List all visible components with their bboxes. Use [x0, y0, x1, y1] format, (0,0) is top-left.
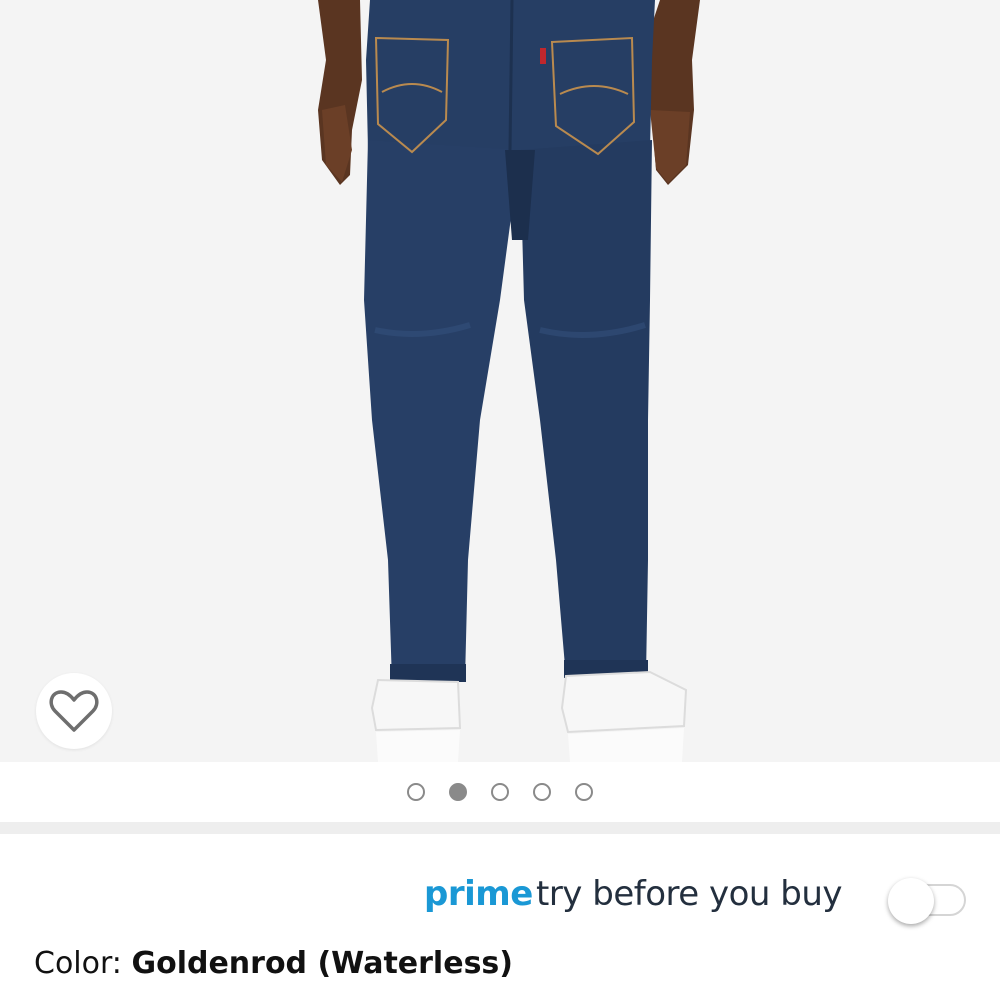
carousel-indicator [0, 762, 1000, 822]
carousel-dot-3[interactable] [491, 783, 509, 801]
try-before-you-buy-toggle[interactable] [886, 878, 968, 924]
product-page: prime try before you buy Color: Goldenro… [0, 0, 1000, 1000]
prime-tagline: try before you buy [536, 874, 843, 914]
color-selection: Color: Goldenrod (Waterless) [34, 946, 513, 981]
section-divider [0, 822, 1000, 834]
heart-outline-icon [49, 690, 99, 732]
prime-logo: prime [424, 874, 533, 914]
product-image[interactable] [0, 0, 1000, 762]
carousel-dot-4[interactable] [533, 783, 551, 801]
jeans-illustration [318, 0, 700, 762]
color-label: Color: [34, 946, 132, 981]
color-value: Goldenrod (Waterless) [131, 946, 513, 981]
carousel-dot-2[interactable] [449, 783, 467, 801]
wishlist-button[interactable] [36, 673, 112, 749]
toggle-knob [888, 878, 934, 924]
carousel-dot-1[interactable] [407, 783, 425, 801]
carousel-dot-5[interactable] [575, 783, 593, 801]
prime-try-before-you-buy: prime try before you buy [0, 860, 1000, 940]
